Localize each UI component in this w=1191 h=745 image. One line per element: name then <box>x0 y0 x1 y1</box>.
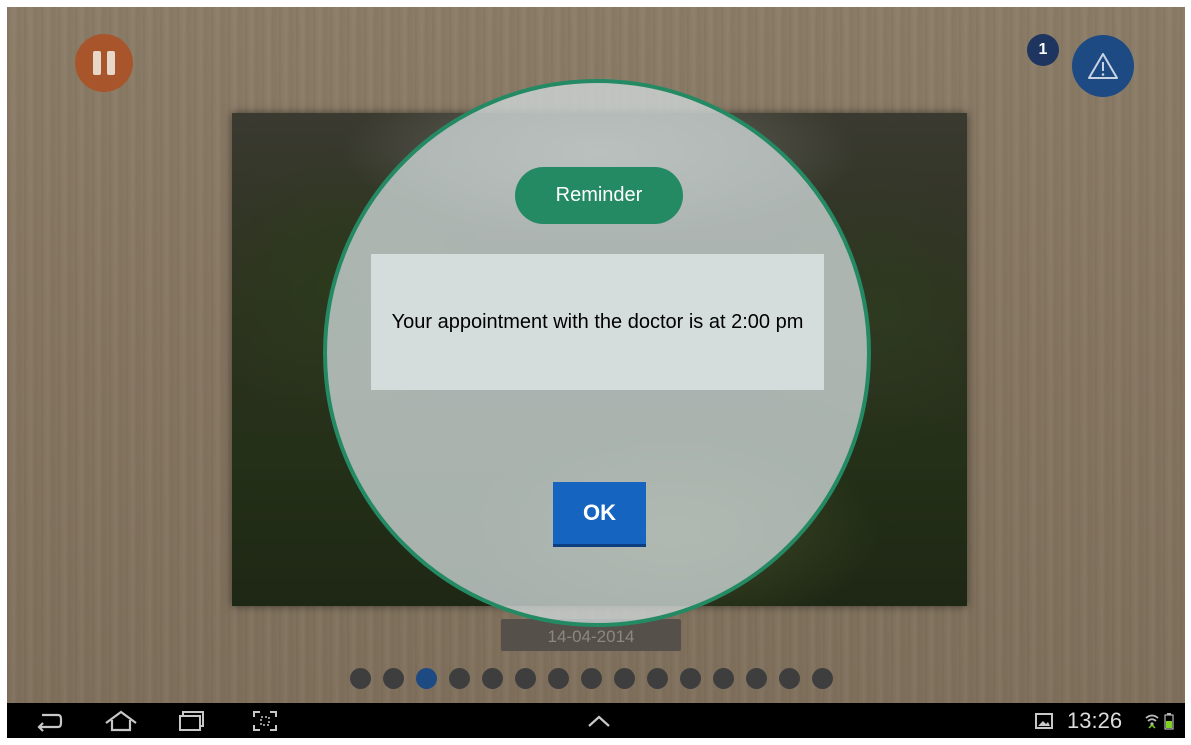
pause-button[interactable] <box>75 34 133 92</box>
slide-indicator <box>350 668 845 690</box>
dialog-message: Your appointment with the doctor is at 2… <box>391 310 804 333</box>
ok-button[interactable]: OK <box>553 482 646 547</box>
home-icon <box>105 710 137 731</box>
slide-dot[interactable] <box>383 668 404 689</box>
notification-count-badge[interactable]: 1 <box>1027 34 1059 66</box>
home-button[interactable] <box>99 703 143 738</box>
gallery-notification-icon <box>1035 712 1053 729</box>
dialog-message-box: Your appointment with the doctor is at 2… <box>371 254 824 390</box>
slide-dot[interactable] <box>548 668 569 689</box>
gallery-notification[interactable] <box>1031 703 1057 738</box>
warning-triangle-icon <box>1088 53 1118 79</box>
app-screen: 1 14-04-2014 Reminder Your appointment w… <box>7 7 1185 738</box>
battery-status <box>1162 703 1176 738</box>
slide-dot[interactable] <box>449 668 470 689</box>
slide-dot[interactable] <box>482 668 503 689</box>
wifi-status <box>1143 703 1161 738</box>
back-icon <box>37 713 63 732</box>
battery-icon <box>1164 712 1174 730</box>
slide-dot[interactable] <box>680 668 701 689</box>
recent-apps-button[interactable] <box>172 703 212 738</box>
wifi-icon <box>1145 714 1159 729</box>
slide-dot[interactable] <box>614 668 635 689</box>
slide-dot[interactable] <box>779 668 800 689</box>
recent-apps-icon <box>179 710 204 731</box>
slide-dot[interactable] <box>581 668 602 689</box>
chevron-up-icon <box>588 715 610 727</box>
back-button[interactable] <box>29 703 69 738</box>
slide-dot[interactable] <box>746 668 767 689</box>
screenshot-icon <box>253 710 277 731</box>
screenshot-button[interactable] <box>245 703 285 738</box>
slide-dot[interactable] <box>812 668 833 689</box>
slide-dot[interactable] <box>713 668 734 689</box>
slide-dot-active[interactable] <box>416 668 437 689</box>
status-clock[interactable]: 13:26 <box>1067 703 1122 738</box>
slide-dot[interactable] <box>515 668 536 689</box>
alert-button[interactable] <box>1072 35 1134 97</box>
slide-dot[interactable] <box>647 668 668 689</box>
system-navigation-bar: 13:26 <box>7 703 1185 738</box>
slide-dot[interactable] <box>350 668 371 689</box>
expand-panel-button[interactable] <box>579 703 619 738</box>
dialog-title: Reminder <box>515 167 683 224</box>
pause-icon <box>90 51 118 75</box>
